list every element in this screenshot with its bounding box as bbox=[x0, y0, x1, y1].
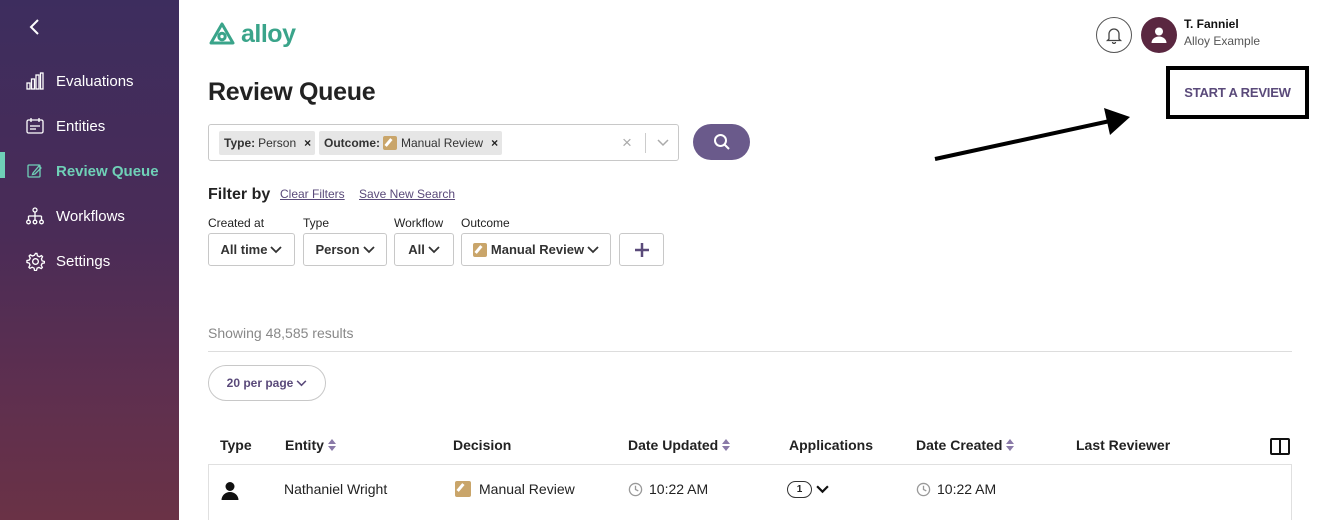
person-icon bbox=[220, 481, 240, 501]
save-search-link[interactable]: Save New Search bbox=[359, 187, 455, 201]
avatar[interactable] bbox=[1141, 17, 1177, 53]
logo-text: alloy bbox=[241, 20, 296, 48]
manual-review-icon bbox=[455, 481, 471, 497]
user-icon bbox=[1151, 27, 1167, 43]
edit-icon bbox=[25, 161, 45, 181]
chevron-down-icon bbox=[428, 245, 440, 253]
chevron-down-icon[interactable] bbox=[655, 134, 671, 150]
divider bbox=[208, 351, 1292, 352]
applications-cell[interactable]: 1 bbox=[787, 481, 829, 498]
sort-icon[interactable] bbox=[327, 439, 336, 451]
filter-chip-type: Type: Person × bbox=[219, 131, 316, 155]
sidebar-item-review-queue[interactable]: Review Queue bbox=[0, 151, 179, 191]
column-header-date-updated[interactable]: Date Updated bbox=[628, 437, 731, 453]
type-dropdown[interactable]: Person bbox=[303, 233, 387, 266]
chevron-down-icon bbox=[296, 379, 307, 386]
remove-chip-icon[interactable]: × bbox=[491, 136, 498, 150]
outcome-label: Outcome bbox=[461, 216, 510, 230]
sidebar-item-workflows[interactable]: Workflows bbox=[0, 196, 179, 236]
per-page-dropdown[interactable]: 20 per page bbox=[208, 365, 326, 401]
page-title: Review Queue bbox=[208, 78, 376, 106]
search-icon bbox=[713, 134, 730, 150]
decision-cell: Manual Review bbox=[455, 481, 575, 497]
date-updated-cell: 10:22 AM bbox=[628, 481, 708, 497]
chevron-down-icon bbox=[270, 245, 283, 253]
manual-review-icon bbox=[472, 242, 487, 257]
type-label: Type bbox=[303, 216, 330, 230]
columns-icon[interactable] bbox=[1270, 438, 1290, 455]
notifications-button[interactable] bbox=[1096, 17, 1132, 53]
manual-review-icon bbox=[383, 136, 398, 150]
bar-chart-icon bbox=[25, 71, 45, 91]
sidebar-item-label: Settings bbox=[56, 252, 111, 270]
user-org: Alloy Example bbox=[1184, 34, 1261, 48]
sidebar-item-label: Workflows bbox=[56, 207, 125, 225]
clear-search-icon[interactable]: × bbox=[622, 133, 632, 153]
created-at-label: Created at bbox=[208, 216, 265, 230]
applications-badge: 1 bbox=[787, 481, 812, 498]
alloy-logo[interactable]: alloy bbox=[208, 20, 296, 49]
column-header-entity[interactable]: Entity bbox=[285, 437, 336, 453]
sidebar-item-label: Evaluations bbox=[56, 72, 134, 90]
chevron-down-icon[interactable] bbox=[816, 485, 829, 494]
filter-chip-outcome: Outcome: Manual Review × bbox=[319, 131, 503, 155]
results-count: Showing 48,585 results bbox=[208, 325, 354, 341]
start-review-button[interactable]: START A REVIEW bbox=[1184, 85, 1291, 100]
column-header-decision: Decision bbox=[453, 437, 512, 453]
column-header-type: Type bbox=[220, 437, 252, 453]
divider bbox=[645, 133, 646, 153]
plus-icon bbox=[634, 242, 649, 257]
outcome-dropdown[interactable]: Manual Review bbox=[461, 233, 611, 266]
remove-chip-icon[interactable]: × bbox=[304, 136, 311, 150]
clear-filters-link[interactable]: Clear Filters bbox=[280, 187, 345, 201]
column-header-applications: Applications bbox=[789, 437, 874, 453]
filter-heading: Filter by bbox=[208, 186, 271, 203]
sidebar-item-entities[interactable]: Entities bbox=[0, 106, 179, 146]
sidebar-item-label: Entities bbox=[56, 117, 106, 135]
annotation-arrow-icon bbox=[934, 108, 1130, 161]
sort-icon[interactable] bbox=[722, 439, 731, 451]
clock-icon bbox=[628, 482, 643, 496]
start-review-highlight: START A REVIEW bbox=[1166, 66, 1309, 119]
workflow-label: Workflow bbox=[394, 216, 444, 230]
sidebar-item-label: Review Queue bbox=[56, 162, 159, 180]
chevron-down-icon bbox=[587, 245, 599, 253]
alloy-logo-icon bbox=[209, 22, 235, 44]
workflow-icon bbox=[25, 206, 45, 226]
bell-icon bbox=[1105, 28, 1123, 44]
search-input[interactable]: Type: Person × Outcome: Manual Review × … bbox=[208, 124, 679, 161]
sidebar-item-settings[interactable]: Settings bbox=[0, 241, 179, 281]
sidebar-item-evaluations[interactable]: Evaluations bbox=[0, 61, 179, 101]
clock-icon bbox=[916, 482, 931, 496]
entity-name[interactable]: Nathaniel Wright bbox=[284, 481, 387, 497]
column-header-last-reviewer: Last Reviewer bbox=[1076, 437, 1171, 453]
column-header-date-created[interactable]: Date Created bbox=[916, 437, 1015, 453]
back-arrow-icon[interactable] bbox=[26, 18, 44, 36]
sort-icon[interactable] bbox=[1006, 439, 1015, 451]
sidebar: Evaluations Entities Review Queue Workfl… bbox=[0, 0, 179, 520]
user-name: T. Fanniel bbox=[1184, 17, 1239, 31]
chevron-down-icon bbox=[362, 245, 375, 253]
created-at-dropdown[interactable]: All time bbox=[208, 233, 295, 266]
workflow-dropdown[interactable]: All bbox=[394, 233, 454, 266]
gear-icon bbox=[25, 251, 45, 271]
search-button[interactable] bbox=[693, 124, 750, 160]
add-filter-button[interactable] bbox=[619, 233, 664, 266]
date-created-cell: 10:22 AM bbox=[916, 481, 996, 497]
id-card-icon bbox=[25, 116, 45, 136]
